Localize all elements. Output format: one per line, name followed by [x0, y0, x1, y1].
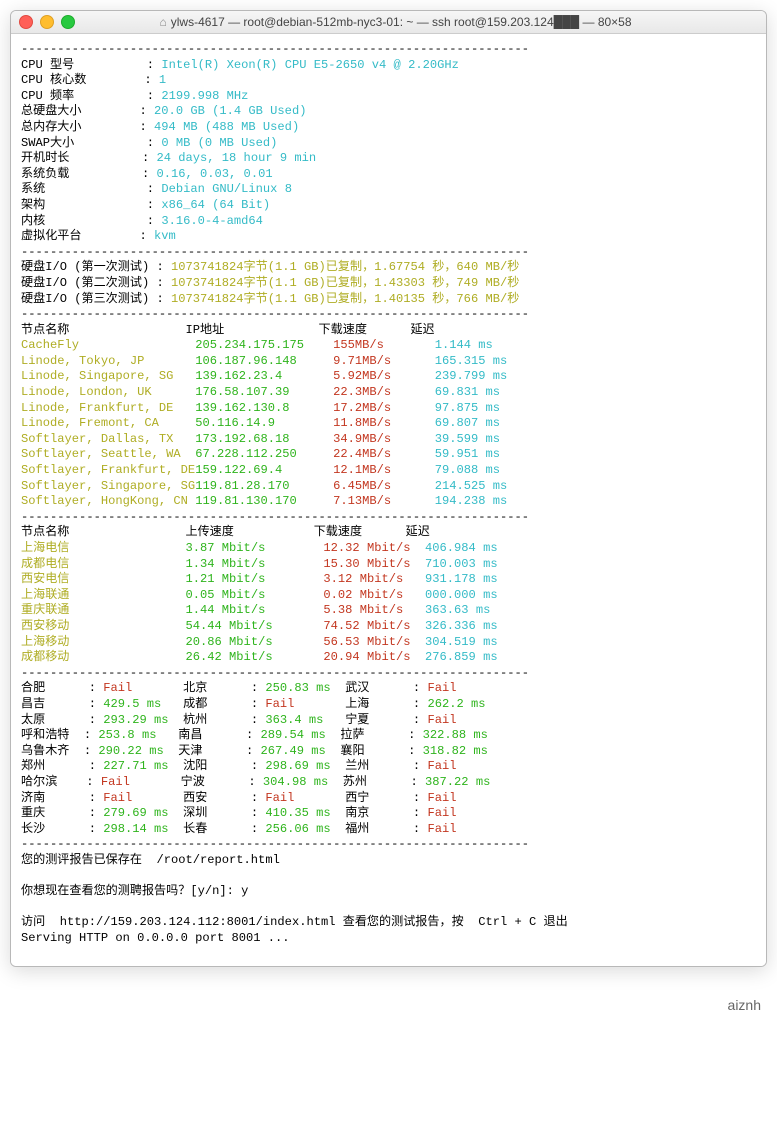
- terminal-window: ⌂ylws-4617 — root@debian-512mb-nyc3-01: …: [10, 10, 767, 967]
- watermark: aiznh: [0, 977, 777, 1023]
- minimize-icon[interactable]: [40, 15, 54, 29]
- close-icon[interactable]: [19, 15, 33, 29]
- home-icon: ⌂: [159, 15, 166, 29]
- zoom-icon[interactable]: [61, 15, 75, 29]
- terminal-body[interactable]: ----------------------------------------…: [11, 34, 766, 966]
- titlebar[interactable]: ⌂ylws-4617 — root@debian-512mb-nyc3-01: …: [11, 11, 766, 34]
- window-controls: [19, 15, 75, 29]
- window-title: ⌂ylws-4617 — root@debian-512mb-nyc3-01: …: [83, 15, 758, 29]
